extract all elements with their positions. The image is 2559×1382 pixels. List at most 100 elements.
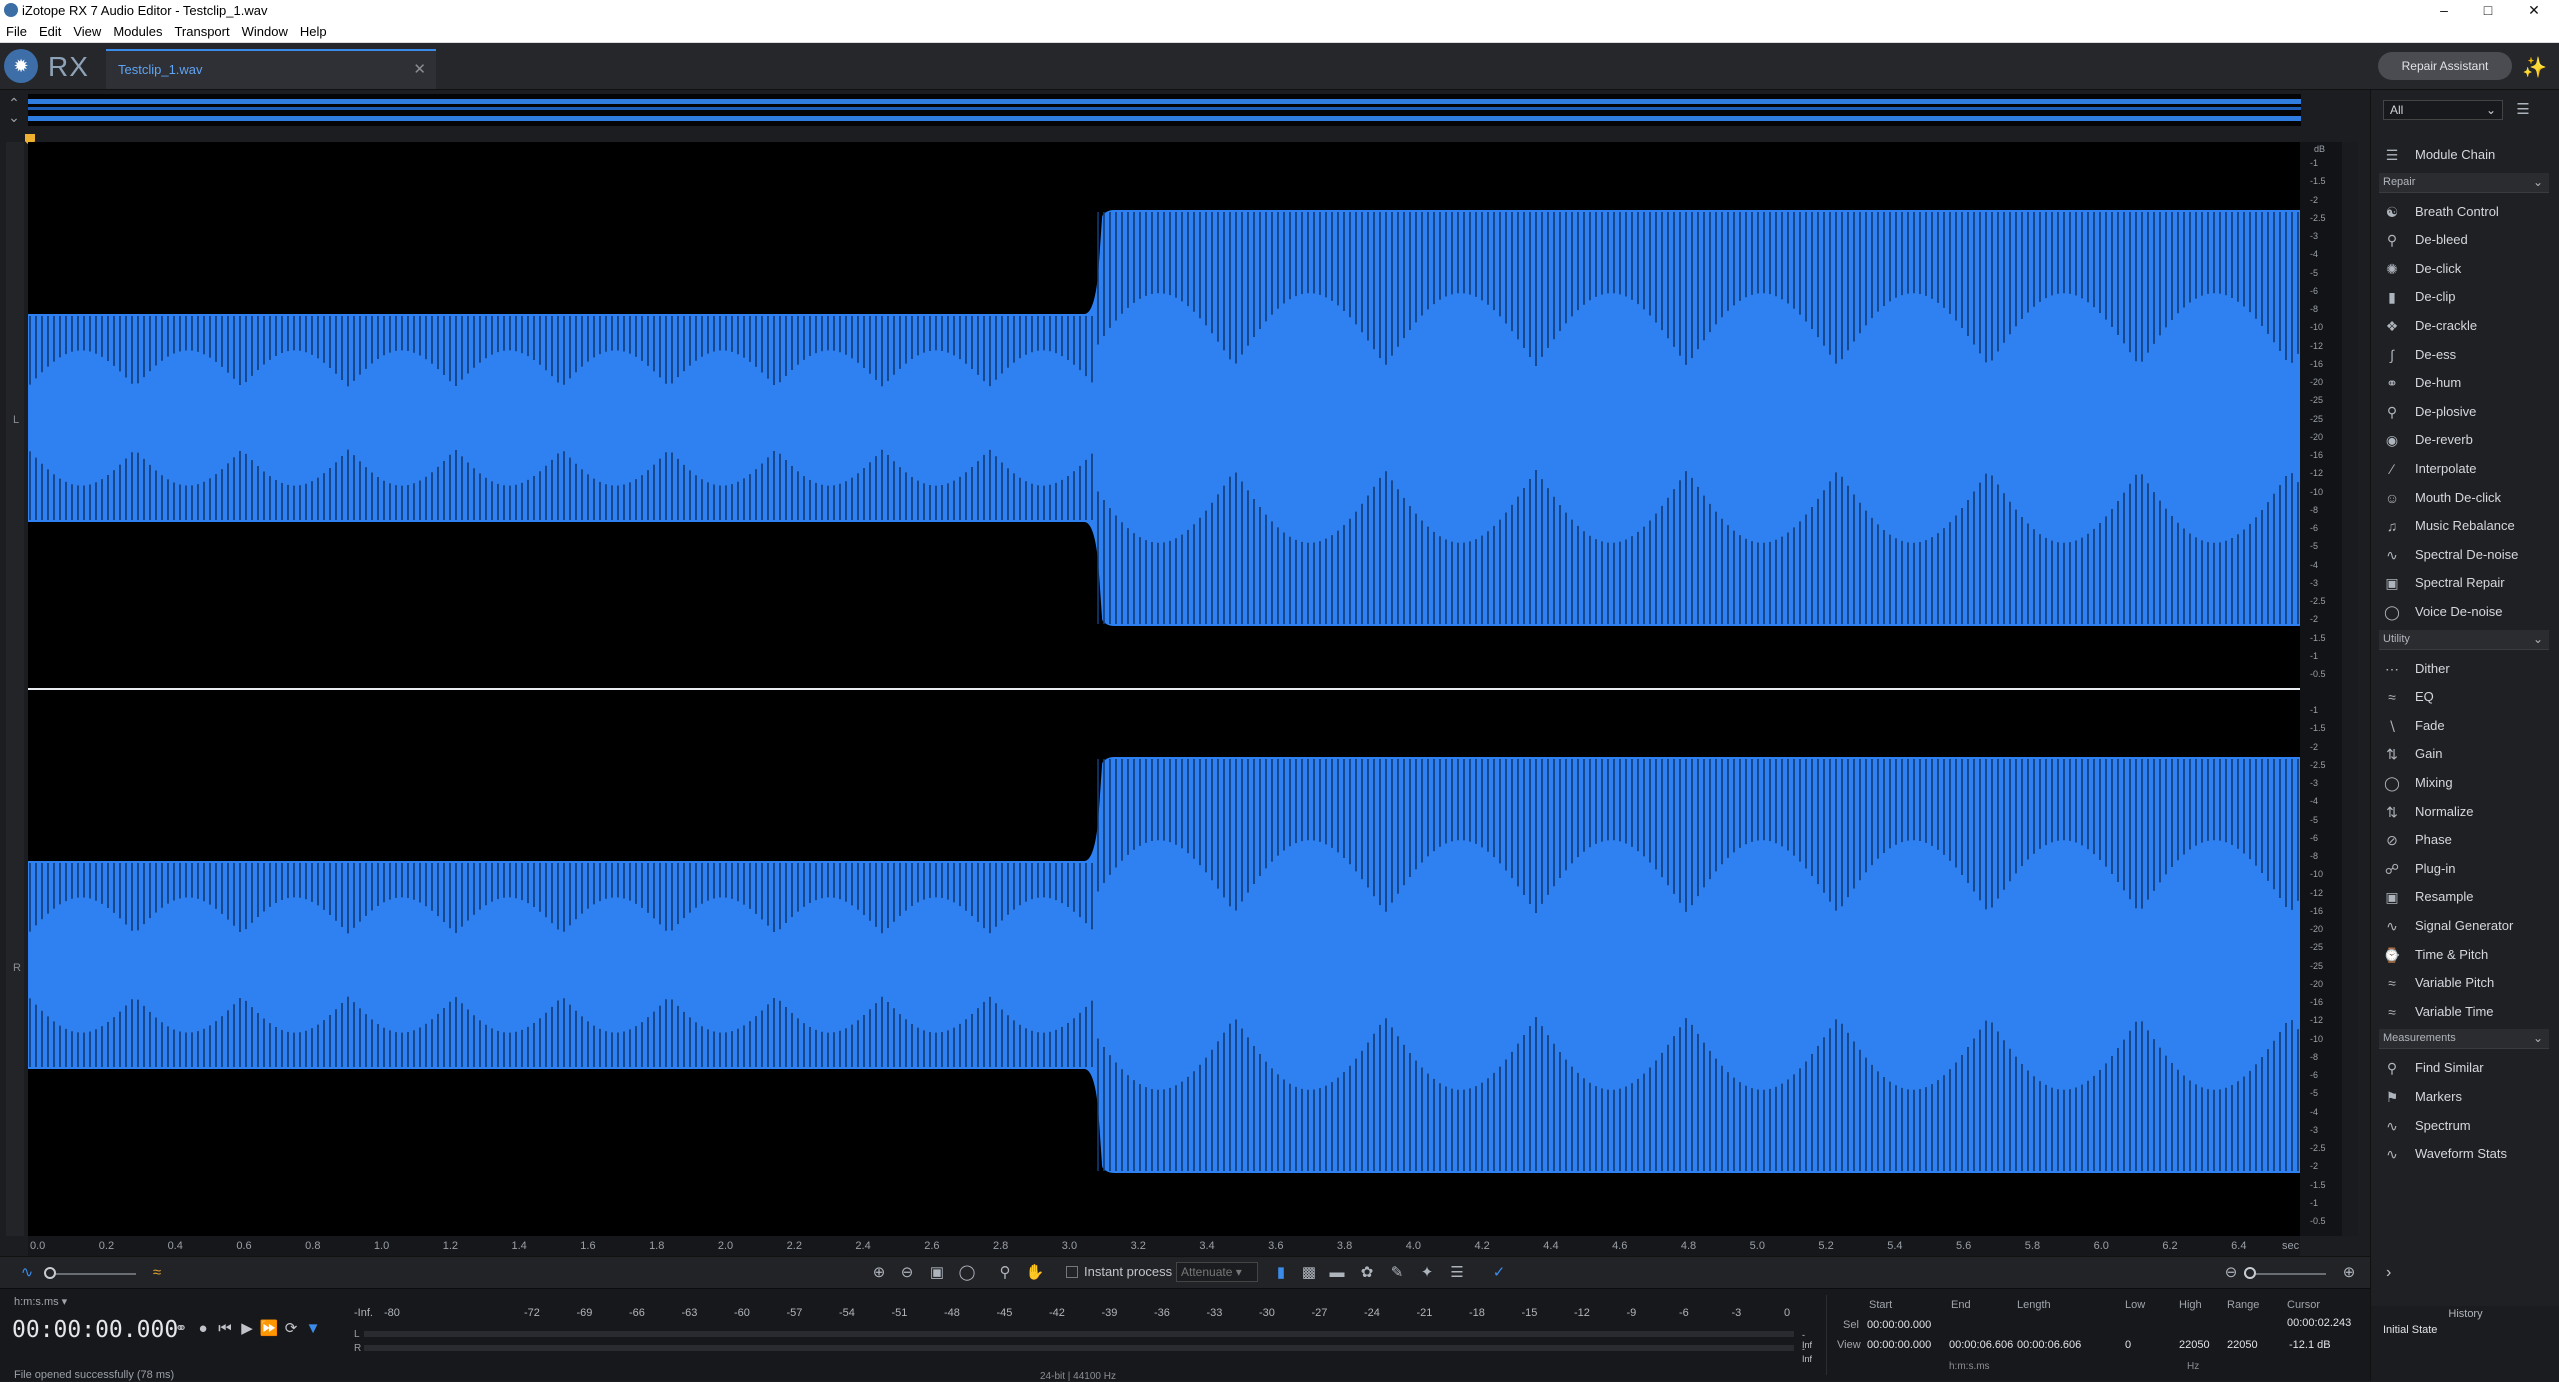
time-frequency-selection-icon[interactable]: ▩ bbox=[1298, 1263, 1320, 1283]
module-resample[interactable]: ▣ Resample bbox=[2379, 884, 2549, 910]
hand-tool-icon[interactable]: ✋ bbox=[1024, 1263, 1046, 1283]
module-spectral-repair[interactable]: ▣ Spectral Repair bbox=[2379, 570, 2549, 596]
module-markers[interactable]: ⚑ Markers bbox=[2379, 1084, 2549, 1110]
brush-tool-icon[interactable]: ✎ bbox=[1386, 1263, 1408, 1283]
zoom-tool-icon[interactable]: ⚲ bbox=[994, 1263, 1016, 1283]
monitor-headphones-icon[interactable]: ⚭ bbox=[170, 1319, 192, 1337]
meter-scale-tick: -3 bbox=[1731, 1307, 1742, 1319]
module-spectral-de-noise[interactable]: ∿ Spectral De-noise bbox=[2379, 542, 2549, 568]
zoom-fit-icon[interactable]: ◯ bbox=[956, 1263, 978, 1283]
zoom-in-icon[interactable]: ⊕ bbox=[868, 1263, 890, 1283]
horizontal-zoom-slider[interactable] bbox=[2244, 1273, 2326, 1275]
module-interpolate[interactable]: ∕ Interpolate bbox=[2379, 456, 2549, 482]
harmonic-selection-icon[interactable]: ☰ bbox=[1446, 1263, 1468, 1283]
spectrogram-blend-slider[interactable] bbox=[48, 1273, 136, 1275]
view-length-value[interactable]: 00:00:06.606 bbox=[2017, 1339, 2081, 1351]
module-de-reverb[interactable]: ◉ De-reverb bbox=[2379, 427, 2549, 453]
record-button-icon[interactable]: ● bbox=[192, 1320, 214, 1337]
range-freq-value[interactable]: 22050 bbox=[2227, 1339, 2258, 1351]
close-window-button[interactable]: ✕ bbox=[2512, 0, 2556, 21]
history-item-initial-state[interactable]: Initial State bbox=[2383, 1324, 2437, 1336]
horizontal-zoom-in-icon[interactable]: ⊕ bbox=[2338, 1263, 2360, 1283]
view-start-value[interactable]: 00:00:00.000 bbox=[1867, 1339, 1931, 1351]
time-format-select[interactable]: h:m:s.ms ▾ bbox=[14, 1295, 67, 1308]
module-gain[interactable]: ⇅ Gain bbox=[2379, 741, 2549, 767]
module-filter-select[interactable]: All ⌄ bbox=[2383, 100, 2503, 120]
module-signal-generator[interactable]: ∿ Signal Generator bbox=[2379, 913, 2549, 939]
vertical-zoom-strip[interactable] bbox=[2342, 142, 2358, 1236]
module-dither[interactable]: ⋯ Dither bbox=[2379, 656, 2549, 682]
section-repair[interactable]: Repair ⌄ bbox=[2379, 172, 2549, 193]
low-freq-value[interactable]: 0 bbox=[2125, 1339, 2131, 1351]
module-variable-time[interactable]: ≈ Variable Time bbox=[2379, 999, 2549, 1025]
module-phase[interactable]: ⊘ Phase bbox=[2379, 827, 2549, 853]
module-time-pitch[interactable]: ⌚ Time & Pitch bbox=[2379, 942, 2549, 968]
frequency-selection-icon[interactable]: ▬ bbox=[1326, 1263, 1348, 1283]
select-tool-icon[interactable]: ✓ bbox=[1488, 1263, 1510, 1283]
module-find-similar[interactable]: ⚲ Find Similar bbox=[2379, 1055, 2549, 1081]
menu-window[interactable]: Window bbox=[236, 21, 294, 39]
follow-playhead-icon[interactable]: ▼ bbox=[302, 1320, 324, 1337]
menu-transport[interactable]: Transport bbox=[168, 21, 235, 39]
sel-start-value[interactable]: 00:00:00.000 bbox=[1867, 1319, 1931, 1331]
menu-help[interactable]: Help bbox=[294, 21, 333, 39]
zoom-selection-icon[interactable]: ▣ bbox=[926, 1263, 948, 1283]
file-tab[interactable]: Testclip_1.wav ✕ bbox=[106, 49, 436, 89]
module-music-rebalance[interactable]: ♫ Music Rebalance bbox=[2379, 513, 2549, 539]
module-normalize[interactable]: ⇅ Normalize bbox=[2379, 799, 2549, 825]
module-de-crackle[interactable]: ❖ De-crackle bbox=[2379, 313, 2549, 339]
menu-file[interactable]: File bbox=[0, 21, 33, 39]
menu-edit[interactable]: Edit bbox=[33, 21, 67, 39]
collapse-overview-icon[interactable]: ⌃ ⌄ bbox=[6, 96, 22, 124]
horizontal-zoom-knob[interactable] bbox=[2244, 1267, 2256, 1279]
module-fade[interactable]: ∖ Fade bbox=[2379, 713, 2549, 739]
loop-icon[interactable]: ⟳ bbox=[280, 1319, 302, 1337]
menu-modules[interactable]: Modules bbox=[107, 21, 168, 39]
module-plug-in[interactable]: ☍ Plug-in bbox=[2379, 856, 2549, 882]
maximize-button[interactable]: □ bbox=[2466, 0, 2510, 21]
lasso-tool-icon[interactable]: ✿ bbox=[1356, 1263, 1378, 1283]
zoom-out-icon[interactable]: ⊖ bbox=[896, 1263, 918, 1283]
magic-wand-icon[interactable]: ✦ bbox=[1416, 1263, 1438, 1283]
waveform-overview[interactable] bbox=[28, 94, 2301, 126]
module-de-clip[interactable]: ▮ De-clip bbox=[2379, 284, 2549, 310]
play-selection-icon[interactable]: ⏩ bbox=[258, 1319, 280, 1337]
view-end-value[interactable]: 00:00:06.606 bbox=[1949, 1339, 2013, 1351]
repair-assistant-wand-icon[interactable]: ✨ bbox=[2522, 55, 2548, 79]
module-mouth-de-click[interactable]: ☺ Mouth De-click bbox=[2379, 485, 2549, 511]
module-de-hum[interactable]: ⚭ De-hum bbox=[2379, 370, 2549, 396]
module-waveform-stats[interactable]: ∿ Waveform Stats bbox=[2379, 1141, 2549, 1167]
go-to-start-icon[interactable]: ⏮ bbox=[214, 1320, 236, 1337]
module-eq[interactable]: ≈ EQ bbox=[2379, 684, 2549, 710]
instant-process-checkbox[interactable]: Instant process bbox=[1066, 1264, 1172, 1279]
blend-slider-knob[interactable] bbox=[44, 1267, 56, 1279]
module-chain[interactable]: ☰ Module Chain bbox=[2379, 142, 2549, 168]
waveform-display[interactable] bbox=[28, 142, 2300, 1236]
high-freq-value[interactable]: 22050 bbox=[2179, 1339, 2210, 1351]
instant-process-mode-select[interactable]: Attenuate ▾ bbox=[1176, 1262, 1258, 1282]
section-utility[interactable]: Utility ⌄ bbox=[2379, 629, 2549, 650]
module-mixing[interactable]: ◯ Mixing bbox=[2379, 770, 2549, 796]
panel-expand-icon[interactable]: › bbox=[2386, 1264, 2391, 1282]
menu-view[interactable]: View bbox=[67, 21, 107, 39]
module-de-click[interactable]: ✺ De-click bbox=[2379, 256, 2549, 282]
module-de-plosive[interactable]: ⚲ De-plosive bbox=[2379, 399, 2549, 425]
module-variable-pitch[interactable]: ≈ Variable Pitch bbox=[2379, 970, 2549, 996]
horizontal-zoom-out-icon[interactable]: ⊖ bbox=[2220, 1263, 2242, 1283]
cursor-db-value: -12.1 dB bbox=[2289, 1339, 2331, 1351]
spectrogram-view-icon[interactable]: ≈ bbox=[146, 1263, 168, 1283]
module-voice-de-noise[interactable]: ◯ Voice De-noise bbox=[2379, 599, 2549, 625]
module-list-menu-icon[interactable]: ☰ bbox=[2513, 100, 2533, 120]
waveform-view-icon[interactable]: ∿ bbox=[16, 1263, 38, 1283]
close-tab-icon[interactable]: ✕ bbox=[413, 60, 426, 78]
time-selection-tool-icon[interactable]: ▮ bbox=[1270, 1263, 1292, 1283]
module-de-ess[interactable]: ∫ De-ess bbox=[2379, 342, 2549, 368]
minimize-button[interactable]: – bbox=[2422, 0, 2466, 21]
time-unit-label: h:m:s.ms bbox=[1949, 1361, 1990, 1372]
section-measurements[interactable]: Measurements ⌄ bbox=[2379, 1029, 2549, 1050]
module-de-bleed[interactable]: ⚲ De-bleed bbox=[2379, 227, 2549, 253]
play-icon[interactable]: ▶ bbox=[236, 1319, 258, 1337]
module-breath-control[interactable]: ☯ Breath Control bbox=[2379, 199, 2549, 225]
repair-assistant-button[interactable]: Repair Assistant bbox=[2378, 52, 2512, 80]
module-spectrum[interactable]: ∿ Spectrum bbox=[2379, 1113, 2549, 1139]
